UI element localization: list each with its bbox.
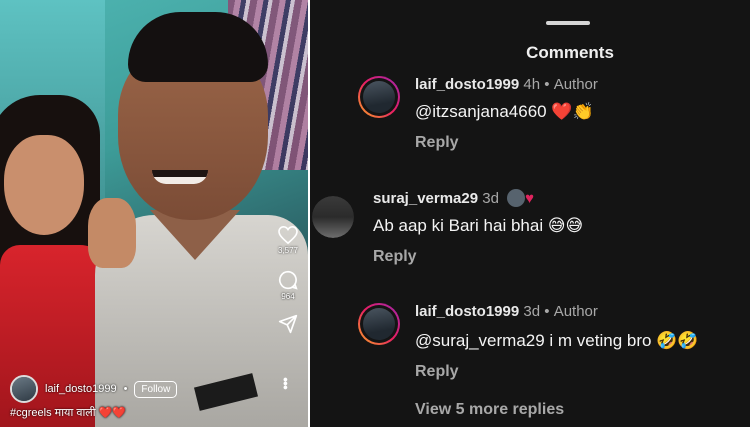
man-hair [128,12,268,82]
comment-header: suraj_verma29 3d ♥ [373,189,534,207]
like-action[interactable]: 3,577 [268,226,308,270]
comment-count: 964 [281,292,295,301]
separator-dot: • [544,76,550,93]
comment-time: 4h [523,76,541,93]
like-count: 3,577 [277,246,299,255]
separator-dot: • [544,303,550,320]
avatar[interactable] [358,303,400,345]
comment-text: @itzsanjana4660 ❤️👏 [415,102,594,121]
comment-username[interactable]: laif_dosto1999 [415,76,519,93]
share-icon[interactable] [278,314,298,334]
comment-action[interactable]: 964 [268,270,308,314]
author-badge: Author [553,76,598,93]
woman-hand [88,198,136,268]
more-icon[interactable]: ••• [278,377,294,389]
reply-button[interactable]: Reply [415,134,459,152]
comment-text: @suraj_verma29 i m veting bro 🤣🤣 [415,331,699,350]
comment-username[interactable]: suraj_verma29 [373,190,478,207]
man-mouth [152,170,208,184]
comment-time: 3d [482,190,499,207]
comment-icon[interactable] [278,270,298,290]
follow-button[interactable]: Follow [134,380,178,398]
separator-dot: • [123,383,128,395]
reel-video[interactable]: 3,577 964 ••• laif_dosto1999 • Follow #c… [0,0,308,427]
share-action[interactable] [268,314,308,358]
avatar[interactable] [358,76,400,118]
comment-header: laif_dosto1999 4h • Author [415,76,598,93]
reel-username[interactable]: laif_dosto1999 [45,383,117,395]
mini-avatar-icon [507,189,526,207]
sheet-handle[interactable] [546,21,590,25]
reel-user: laif_dosto1999 • Follow [10,375,178,403]
woman-face [4,135,84,235]
comment-username[interactable]: laif_dosto1999 [415,303,519,320]
reel-actions: 3,577 964 [268,226,308,358]
heart-icon[interactable] [278,226,298,244]
comment-header: laif_dosto1999 3d • Author [415,303,598,320]
comment-text: Ab aap ki Bari hai bhai 😅😅 [373,216,584,235]
sheet-title: Comments [526,43,614,62]
avatar[interactable] [10,375,38,403]
comment-time: 3d [523,303,541,320]
avatar[interactable] [312,196,354,238]
comments-sheet: Comments laif_dosto1999 4h • Author @itz… [310,0,750,427]
reply-button[interactable]: Reply [373,248,417,266]
reel-caption: #cgreels माया वाली ❤️❤️ [10,407,127,419]
author-badge: Author [553,303,598,320]
view-more-replies-button[interactable]: View 5 more replies [415,401,564,419]
reply-button[interactable]: Reply [415,363,459,381]
heart-icon: ♥ [525,190,535,207]
